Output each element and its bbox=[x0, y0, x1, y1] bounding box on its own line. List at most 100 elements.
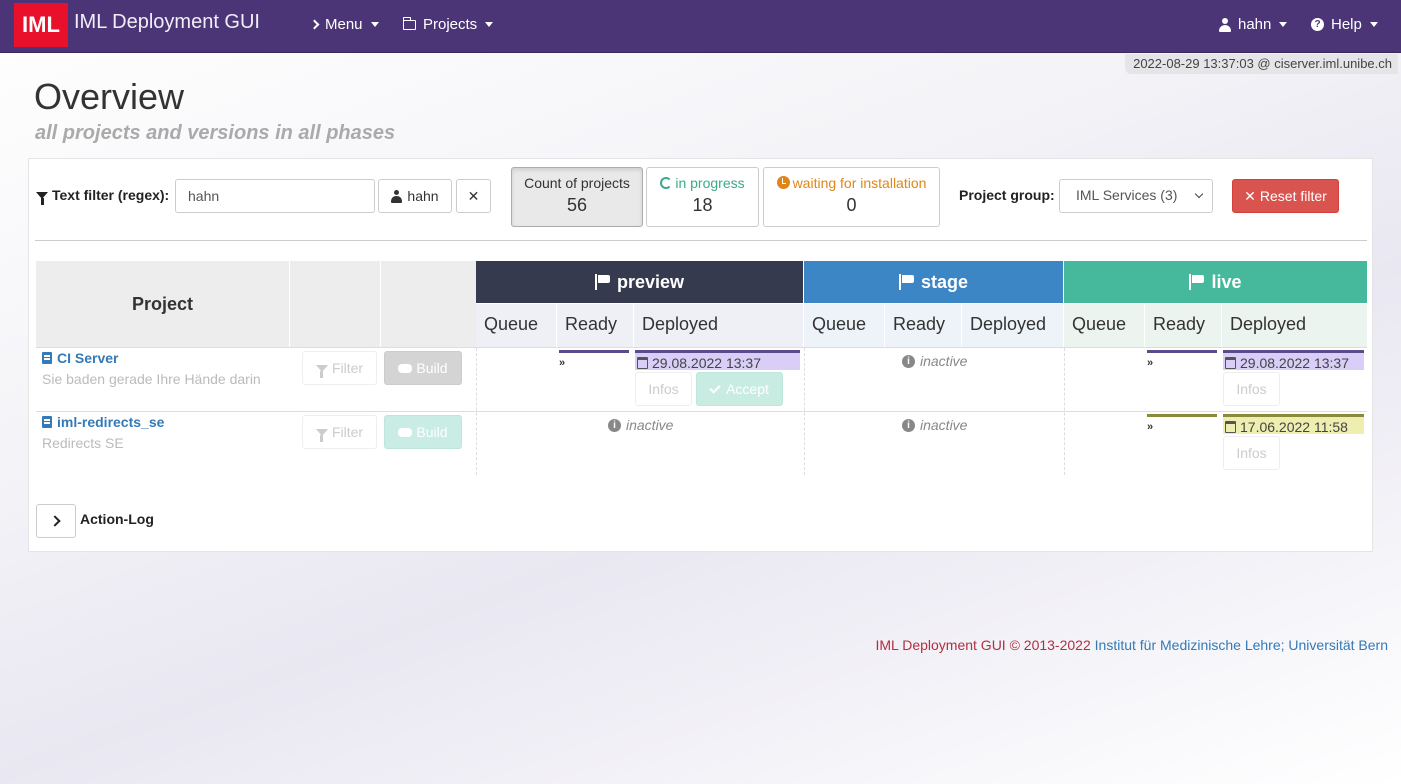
build-button[interactable]: Build bbox=[384, 351, 462, 385]
preview-deployed-chip[interactable]: 29.08.2022 13:37 bbox=[635, 350, 800, 371]
infos-button-label: Infos bbox=[1236, 445, 1267, 461]
book-icon bbox=[42, 416, 52, 428]
phase-header-live: live bbox=[1064, 261, 1367, 303]
column-line bbox=[476, 348, 477, 475]
text-filter-input[interactable] bbox=[175, 179, 375, 213]
live-deployed-chip[interactable]: 29.08.2022 13:37 bbox=[1223, 350, 1364, 371]
chevron-right-icon bbox=[309, 19, 320, 30]
filter-button[interactable]: Filter bbox=[302, 415, 377, 449]
project-group-label: Project group: bbox=[959, 187, 1055, 203]
accept-button[interactable]: Accept bbox=[696, 372, 783, 406]
divider bbox=[35, 240, 1367, 241]
chevron-down-icon bbox=[1194, 189, 1204, 199]
flag-icon bbox=[594, 274, 611, 290]
filter-icon bbox=[36, 191, 48, 205]
nav-help[interactable]: ? Help bbox=[1311, 16, 1378, 33]
infos-button[interactable]: Infos bbox=[635, 372, 692, 406]
info-icon: i bbox=[902, 418, 915, 432]
live-deployed-header: Deployed bbox=[1221, 304, 1367, 347]
in-progress-value: 18 bbox=[692, 195, 713, 215]
flag-icon bbox=[1189, 274, 1205, 290]
ready-indicator bbox=[559, 350, 629, 353]
calendar-icon bbox=[637, 356, 648, 369]
preview-inactive: i inactive bbox=[608, 417, 673, 433]
brand-title[interactable]: IML Deployment GUI bbox=[74, 11, 260, 34]
row-separator bbox=[36, 347, 1367, 348]
filter-icon bbox=[315, 364, 328, 378]
filter-button-label: Filter bbox=[331, 360, 364, 376]
waiting-label: waiting for installation bbox=[764, 175, 939, 191]
infos-button-label: Infos bbox=[648, 381, 679, 397]
user-filter-button[interactable]: hahn bbox=[378, 179, 452, 213]
in-progress-box[interactable]: in progress 18 bbox=[646, 167, 759, 227]
project-name: iml-redirects_se bbox=[57, 414, 165, 430]
reset-filter-button[interactable]: ✕ Reset filter bbox=[1232, 179, 1339, 213]
ready-indicator bbox=[1147, 414, 1217, 417]
page-title: Overview bbox=[34, 76, 185, 117]
nav-menu[interactable]: Menu bbox=[309, 16, 379, 33]
project-column-header: Project bbox=[36, 261, 289, 347]
overview-panel: Text filter (regex): hahn ✕ Count of pro… bbox=[28, 158, 1373, 552]
question-circle-icon: ? bbox=[1311, 18, 1324, 31]
footer-text: IML Deployment GUI © 2013-2022 bbox=[875, 637, 1091, 653]
deployed-date: 29.08.2022 13:37 bbox=[652, 354, 761, 371]
ready-marker: » bbox=[1147, 421, 1154, 433]
live-ready-header: Ready bbox=[1144, 304, 1221, 347]
action-log-label: Action-Log bbox=[80, 511, 154, 527]
phase-header-stage: stage bbox=[804, 261, 1063, 303]
brand-logo[interactable]: IML bbox=[14, 3, 68, 47]
navbar: IML IML Deployment GUI Menu Projects hah… bbox=[0, 0, 1401, 53]
phase-name: stage bbox=[920, 271, 969, 292]
footer-link[interactable]: Institut für Medizinische Lehre; Univers… bbox=[1095, 637, 1388, 653]
preview-queue-header: Queue bbox=[476, 304, 556, 347]
folder-icon bbox=[402, 16, 416, 30]
deployed-date: 17.06.2022 11:58 bbox=[1240, 418, 1348, 435]
filter-icon bbox=[315, 428, 328, 442]
flag-icon bbox=[898, 274, 915, 290]
phase-header-preview: preview bbox=[476, 261, 803, 303]
nav-menu-label: Menu bbox=[325, 16, 363, 33]
infos-button-label: Infos bbox=[1236, 381, 1267, 397]
build-icon bbox=[398, 427, 413, 437]
stage-deployed-header: Deployed bbox=[961, 304, 1063, 347]
infos-button[interactable]: Infos bbox=[1223, 372, 1280, 406]
filter-button[interactable]: Filter bbox=[302, 351, 377, 385]
build-button[interactable]: Build bbox=[384, 415, 462, 449]
project-description: Sie baden gerade Ihre Hände darin bbox=[42, 371, 261, 387]
live-deployed-chip[interactable]: 17.06.2022 11:58 bbox=[1223, 414, 1364, 435]
check-icon bbox=[709, 381, 721, 394]
inactive-label: inactive bbox=[920, 417, 968, 433]
caret-down-icon bbox=[1279, 22, 1288, 27]
footer: IML Deployment GUI © 2013-2022 Institut … bbox=[876, 637, 1389, 653]
project-link-ci-server[interactable]: CI Server bbox=[42, 350, 118, 366]
nav-help-label: Help bbox=[1331, 16, 1362, 33]
text-filter-label: Text filter (regex): bbox=[36, 187, 169, 205]
nav-projects[interactable]: Projects bbox=[402, 16, 494, 33]
stage-queue-header: Queue bbox=[804, 304, 884, 347]
inactive-label: inactive bbox=[920, 353, 968, 369]
nav-user[interactable]: hahn bbox=[1219, 16, 1288, 33]
waiting-box[interactable]: waiting for installation 0 bbox=[763, 167, 940, 227]
clear-filter-button[interactable]: ✕ bbox=[456, 179, 491, 213]
empty-header bbox=[380, 261, 476, 347]
close-icon: ✕ bbox=[1244, 187, 1256, 204]
filter-button-label: Filter bbox=[331, 424, 364, 440]
empty-header bbox=[289, 261, 380, 347]
column-line bbox=[804, 348, 805, 475]
calendar-icon bbox=[1225, 420, 1236, 433]
info-icon: i bbox=[902, 354, 915, 368]
phase-name: live bbox=[1211, 271, 1242, 292]
stage-inactive: i inactive bbox=[902, 353, 967, 369]
nav-projects-label: Projects bbox=[423, 16, 478, 33]
action-log-toggle-button[interactable] bbox=[36, 504, 76, 538]
project-link-iml-redirects-se[interactable]: iml-redirects_se bbox=[42, 414, 164, 430]
inactive-label: inactive bbox=[626, 417, 674, 433]
column-line bbox=[1064, 348, 1065, 475]
row-separator bbox=[36, 411, 1367, 412]
caret-down-icon bbox=[370, 22, 379, 27]
project-group-select[interactable]: IML Services (3) bbox=[1059, 179, 1213, 213]
count-of-projects-box[interactable]: Count of projects 56 bbox=[511, 167, 643, 227]
book-icon bbox=[42, 352, 52, 364]
infos-button[interactable]: Infos bbox=[1223, 436, 1280, 470]
stage-ready-header: Ready bbox=[884, 304, 961, 347]
